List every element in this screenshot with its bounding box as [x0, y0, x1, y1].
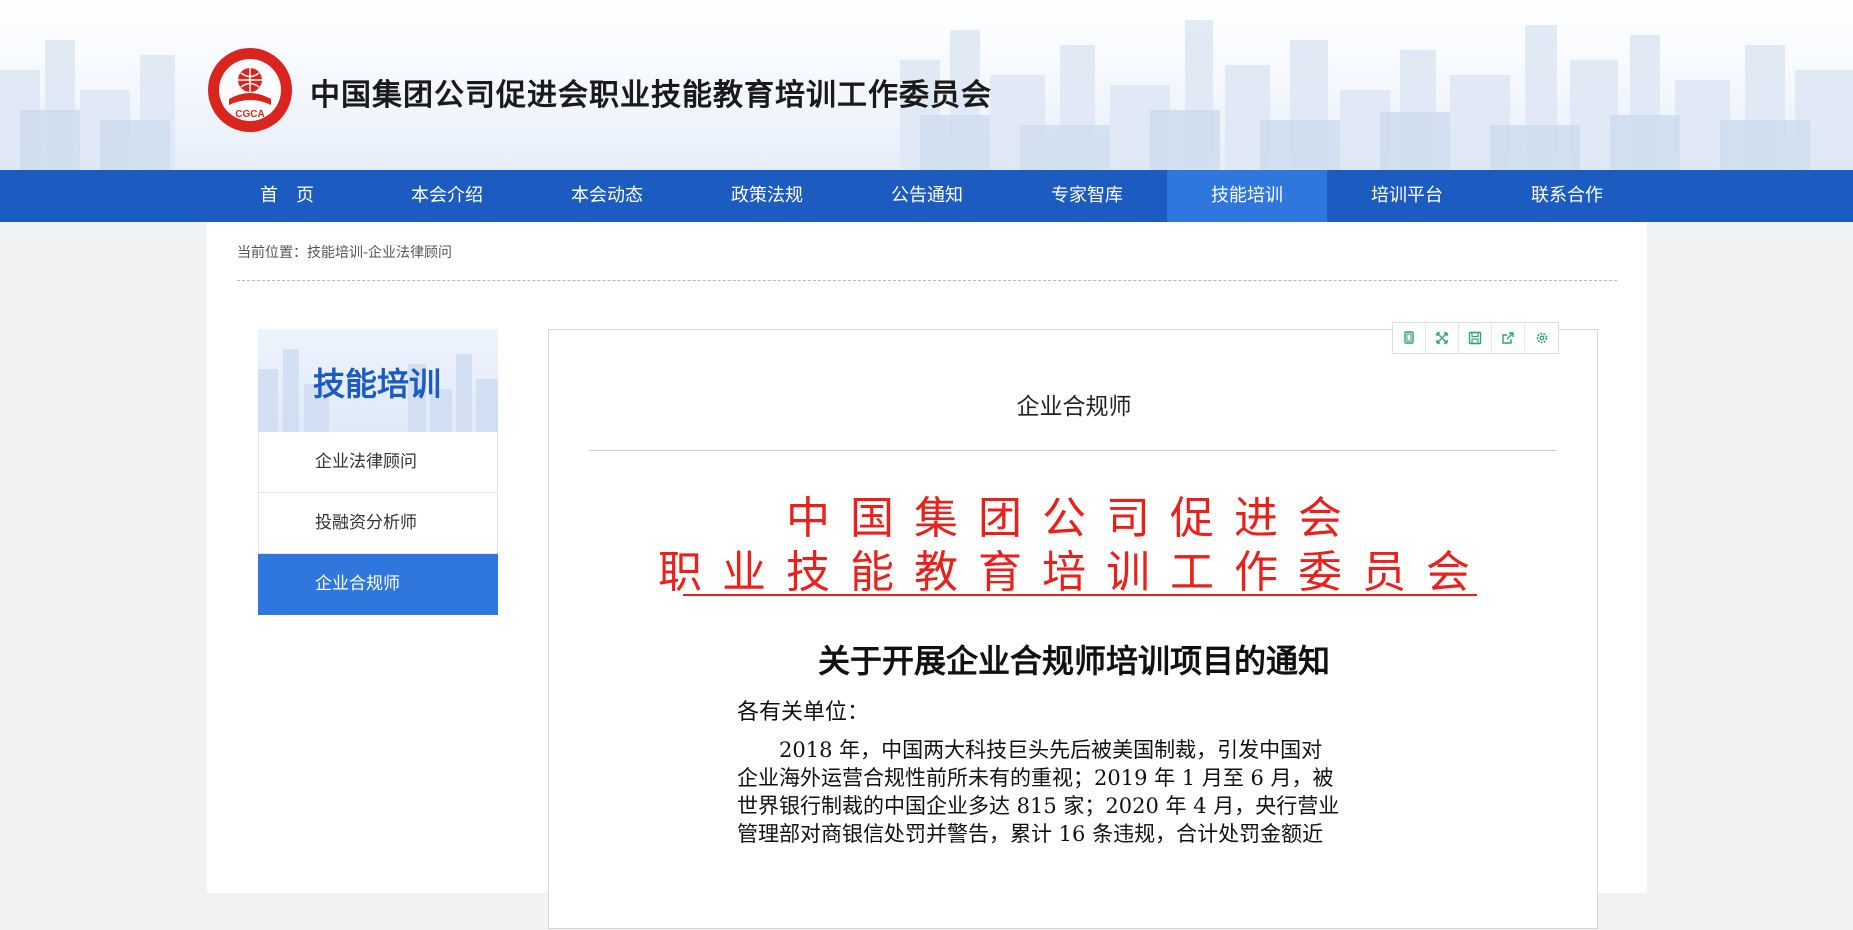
nav-item-0[interactable]: 首 页 — [207, 170, 367, 222]
nav-item-1[interactable]: 本会介绍 — [367, 170, 527, 222]
document-red-rule — [683, 594, 1477, 596]
article-toolbar — [1392, 322, 1559, 354]
nav-item-8[interactable]: 联系合作 — [1487, 170, 1647, 222]
svg-text:CGCA: CGCA — [235, 109, 264, 120]
nav-item-2[interactable]: 本会动态 — [527, 170, 687, 222]
notice-document: 中国集团公司促进会 职业技能教育培训工作委员会 关于开展企业合规师培训项目的通知… — [549, 470, 1599, 930]
sidebar-header: 技能培训 — [258, 329, 498, 432]
settings-icon[interactable] — [1525, 323, 1558, 353]
document-title: 关于开展企业合规师培训项目的通知 — [817, 642, 1330, 680]
document-body-line: 企业海外运营合规性前所未有的重视；2019 年 1 月至 6 月，被 — [737, 766, 1334, 790]
document-salutation: 各有关单位： — [737, 700, 870, 725]
document-org-line-2: 职业技能教育培训工作委员会 — [658, 547, 1490, 598]
nav-item-7[interactable]: 培训平台 — [1327, 170, 1487, 222]
article-title: 企业合规师 — [1016, 394, 1132, 420]
document-body-line: 管理部对商银信处罚并警告，累计 16 条违规，合计处罚金额近 — [737, 822, 1324, 846]
site-header: CGCA 中国集团公司促进会职业技能教育培训工作委员会 — [0, 0, 1853, 170]
article-panel: 企业合规师 中国集团公司促进会 职业技能教育培训工作委员会 关于开展企业合规师培… — [548, 322, 1599, 930]
nav-item-4[interactable]: 公告通知 — [847, 170, 1007, 222]
breadcrumb-divider — [237, 280, 1617, 281]
nav-item-3[interactable]: 政策法规 — [687, 170, 847, 222]
copy-icon[interactable] — [1393, 323, 1426, 353]
save-icon[interactable] — [1459, 323, 1492, 353]
document-body-line: 2018 年，中国两大科技巨头先后被美国制裁，引发中国对 — [737, 738, 1323, 762]
sidebar-item-0[interactable]: 企业法律顾问 — [258, 432, 498, 493]
sidebar-title: 技能培训 — [313, 365, 442, 403]
main-content: 当前位置：技能培训-企业法律顾问 技能培训 企业法律顾问 投融资分析师 企业合规师 — [207, 222, 1647, 929]
sidebar: 技能培训 企业法律顾问 投融资分析师 企业合规师 — [258, 329, 498, 615]
site-title: 中国集团公司促进会职业技能教育培训工作委员会 — [310, 78, 992, 113]
article-title-divider — [589, 450, 1557, 451]
nav-item-6[interactable]: 技能培训 — [1167, 170, 1327, 222]
sidebar-item-1[interactable]: 投融资分析师 — [258, 493, 498, 554]
main-nav: 首 页本会介绍 本会动态 政策法规 公告通知 专家智库 技能培训 培训平台 联系合作 — [0, 170, 1853, 222]
document-body-line: 世界银行制裁的中国企业多达 815 家；2020 年 4 月，央行营业 — [737, 794, 1340, 818]
share-icon[interactable] — [1492, 323, 1525, 353]
breadcrumb: 当前位置：技能培训-企业法律顾问 — [237, 245, 453, 261]
fullscreen-icon[interactable] — [1426, 323, 1459, 353]
sidebar-item-2[interactable]: 企业合规师 — [258, 554, 498, 615]
nav-item-5[interactable]: 专家智库 — [1007, 170, 1167, 222]
cgca-logo: CGCA — [208, 48, 292, 132]
